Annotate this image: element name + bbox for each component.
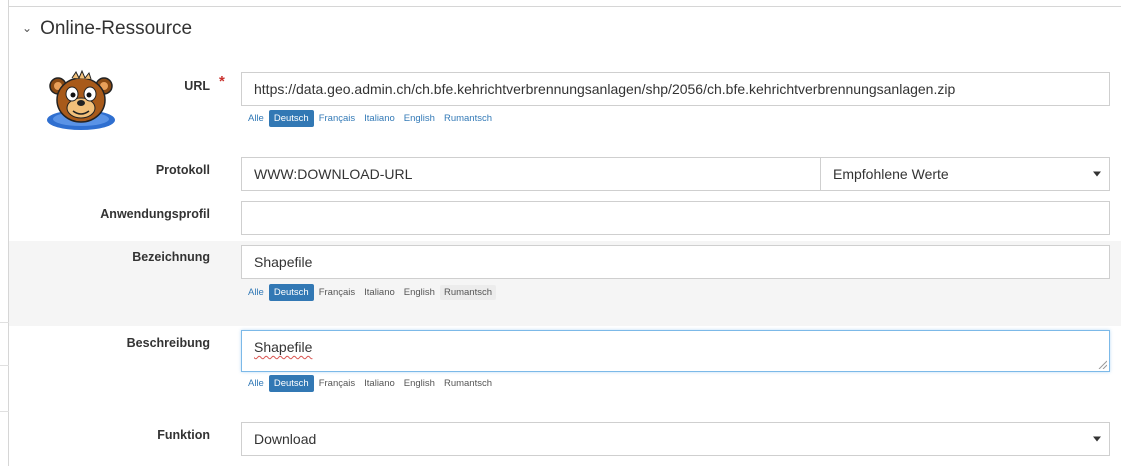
left-divider (0, 411, 9, 412)
required-asterisk: * (219, 73, 225, 90)
funktion-select[interactable]: Download (241, 422, 1110, 456)
lang-tab-italiano[interactable]: Italiano (360, 285, 399, 300)
url-language-tabs: Alle Deutsch Français Italiano English R… (244, 110, 497, 127)
protokoll-recommended-select[interactable]: Empfohlene Werte (820, 157, 1110, 191)
lang-tab-deutsch[interactable]: Deutsch (268, 110, 314, 127)
anwendungsprofil-input[interactable] (241, 201, 1110, 235)
lang-tab-francais[interactable]: Français (315, 376, 359, 391)
bezeichnung-input[interactable]: Shapefile (241, 245, 1110, 279)
beschreibung-text: Shapefile (254, 339, 313, 355)
lang-tab-alle[interactable]: Alle (244, 111, 268, 126)
lang-tab-alle[interactable]: Alle (244, 376, 268, 391)
lang-tab-rumantsch[interactable]: Rumantsch (440, 376, 496, 391)
left-divider (0, 322, 9, 323)
url-input[interactable]: https://data.geo.admin.ch/ch.bfe.kehrich… (241, 72, 1110, 106)
lang-tab-english[interactable]: English (400, 285, 439, 300)
lang-tab-rumantsch[interactable]: Rumantsch (440, 111, 496, 126)
lang-tab-alle[interactable]: Alle (244, 285, 268, 300)
lang-tab-english[interactable]: English (400, 376, 439, 391)
funktion-select-value: Download (254, 431, 317, 447)
beschreibung-textarea[interactable]: Shapefile (241, 330, 1110, 372)
anwendungsprofil-label: Anwendungsprofil (100, 207, 210, 221)
left-divider (0, 365, 9, 366)
section-header[interactable]: ⌄ Online-Ressource (22, 18, 192, 40)
beschreibung-language-tabs: Alle Deutsch Français Italiano English R… (244, 375, 497, 392)
resize-handle-icon[interactable] (1097, 359, 1107, 369)
lang-tab-francais[interactable]: Français (315, 111, 359, 126)
protokoll-input[interactable]: WWW:DOWNLOAD-URL (241, 157, 821, 191)
caret-down-icon (1093, 171, 1101, 177)
funktion-label: Funktion (157, 428, 210, 442)
lang-tab-italiano[interactable]: Italiano (360, 376, 399, 391)
bezeichnung-language-tabs: Alle Deutsch Français Italiano English R… (244, 284, 497, 301)
lang-tab-deutsch[interactable]: Deutsch (268, 375, 314, 392)
page-left-border (8, 0, 9, 466)
lang-tab-francais[interactable]: Français (315, 285, 359, 300)
user-avatar (47, 69, 115, 130)
panel-top-border (9, 6, 1121, 7)
lang-tab-rumantsch[interactable]: Rumantsch (439, 285, 497, 300)
protokoll-select-value: Empfohlene Werte (833, 166, 949, 182)
protokoll-label: Protokoll (155, 163, 210, 177)
lang-tab-english[interactable]: English (400, 111, 439, 126)
chevron-down-icon: ⌄ (22, 21, 33, 35)
section-title: Online-Ressource (40, 18, 193, 39)
beschreibung-label: Beschreibung (126, 336, 210, 350)
lang-tab-italiano[interactable]: Italiano (360, 111, 399, 126)
bezeichnung-label: Bezeichnung (132, 250, 210, 264)
lang-tab-deutsch[interactable]: Deutsch (268, 284, 314, 301)
caret-down-icon (1093, 436, 1101, 442)
url-label: URL (184, 79, 210, 93)
